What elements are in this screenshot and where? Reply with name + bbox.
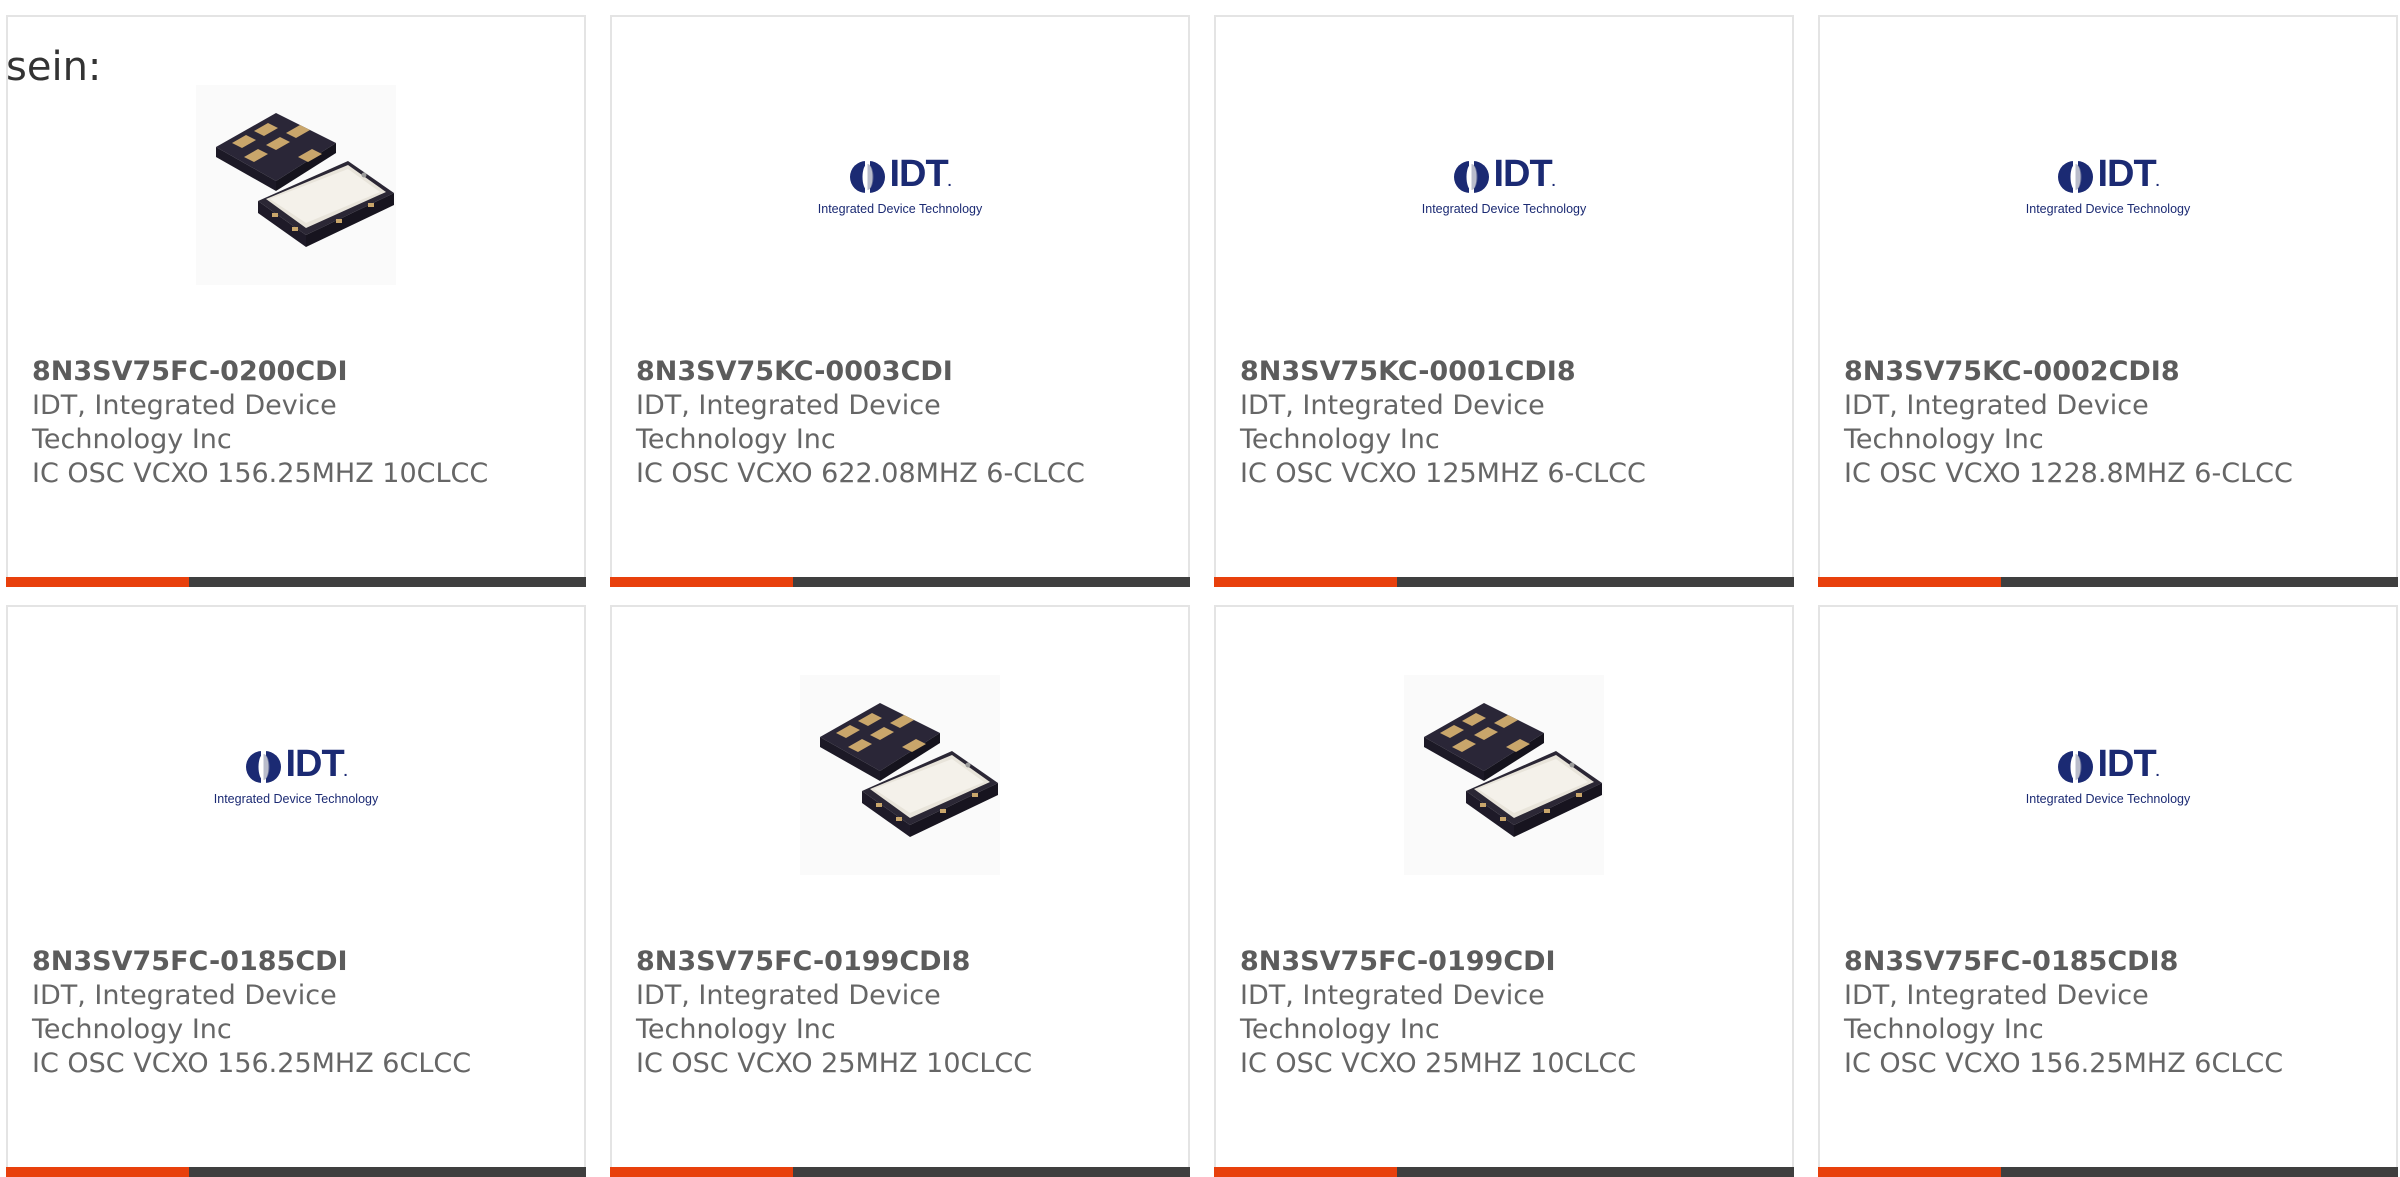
product-card-8[interactable]: IDT. Integrated Device Technology 8N3SV75… <box>1818 605 2398 1177</box>
manufacturer: IDT, Integrated Device <box>1844 980 2149 1011</box>
product-description: IC OSC VCXO 156.25MHZ 10CLCC <box>32 458 489 489</box>
product-card-2[interactable]: IDT. Integrated Device Technology 8N3SV75… <box>610 15 1190 587</box>
product-description: IC OSC VCXO 25MHZ 10CLCC <box>1240 1048 1637 1079</box>
part-number[interactable]: 8N3SV75FC-0200CDI <box>32 355 552 389</box>
manufacturer-line-2: Technology Inc <box>1240 1014 1440 1045</box>
card-bottom-bar <box>1818 577 2398 587</box>
product-info: 8N3SV75FC-0199CDI8 IDT, Integrated Devic… <box>636 945 1156 1081</box>
card-bottom-bar <box>6 1167 586 1177</box>
product-info: 8N3SV75KC-0003CDI IDT, Integrated Device… <box>636 355 1156 491</box>
product-info: 8N3SV75FC-0200CDI IDT, Integrated Device… <box>32 355 552 491</box>
idt-logo: IDT. Integrated Device Technology <box>2008 155 2208 216</box>
product-card-7[interactable]: 8N3SV75FC-0199CDI IDT, Integrated Device… <box>1214 605 1794 1177</box>
product-image[interactable] <box>196 85 396 285</box>
manufacturer: IDT, Integrated Device <box>1844 390 2149 421</box>
idt-logo-tagline: Integrated Device Technology <box>213 791 379 806</box>
card-accent-bar <box>610 577 793 587</box>
idt-logo-mark-icon <box>850 161 886 193</box>
idt-logo-word: IDT. <box>889 152 951 195</box>
card-accent-bar <box>1214 1167 1397 1177</box>
product-card-1[interactable]: 8N3SV75FC-0200CDI IDT, Integrated Device… <box>6 15 586 587</box>
product-image[interactable] <box>800 675 1000 875</box>
card-accent-bar <box>610 1167 793 1177</box>
manufacturer: IDT, Integrated Device <box>32 980 337 1011</box>
idt-logo: IDT. Integrated Device Technology <box>800 155 1000 216</box>
product-description: IC OSC VCXO 622.08MHZ 6-CLCC <box>636 458 1085 489</box>
product-image[interactable]: IDT. Integrated Device Technology <box>2008 85 2208 285</box>
idt-logo-tagline: Integrated Device Technology <box>817 201 983 216</box>
product-image[interactable]: IDT. Integrated Device Technology <box>800 85 1000 285</box>
manufacturer-line-2: Technology Inc <box>1844 1014 2044 1045</box>
product-info: 8N3SV75KC-0002CDI8 IDT, Integrated Devic… <box>1844 355 2364 491</box>
product-image[interactable] <box>1404 675 1604 875</box>
product-card-6[interactable]: 8N3SV75FC-0199CDI8 IDT, Integrated Devic… <box>610 605 1190 1177</box>
idt-logo-tagline: Integrated Device Technology <box>2025 201 2191 216</box>
product-image[interactable]: IDT. Integrated Device Technology <box>2008 675 2208 875</box>
card-bottom-bar <box>6 577 586 587</box>
product-description: IC OSC VCXO 25MHZ 10CLCC <box>636 1048 1033 1079</box>
product-card-5[interactable]: IDT. Integrated Device Technology 8N3SV75… <box>6 605 586 1177</box>
product-description: IC OSC VCXO 156.25MHZ 6CLCC <box>1844 1048 2284 1079</box>
idt-logo-mark-icon <box>1454 161 1490 193</box>
oscillator-package-icon <box>196 85 396 285</box>
intro-text: sein: <box>6 44 102 90</box>
oscillator-package-icon <box>800 675 1000 875</box>
idt-logo-tagline: Integrated Device Technology <box>1421 201 1587 216</box>
card-accent-bar <box>1818 577 2001 587</box>
part-number[interactable]: 8N3SV75KC-0001CDI8 <box>1240 355 1760 389</box>
product-info: 8N3SV75KC-0001CDI8 IDT, Integrated Devic… <box>1240 355 1760 491</box>
part-number[interactable]: 8N3SV75KC-0003CDI <box>636 355 1156 389</box>
idt-logo-mark-icon <box>2058 161 2094 193</box>
product-card-3[interactable]: IDT. Integrated Device Technology 8N3SV75… <box>1214 15 1794 587</box>
part-number[interactable]: 8N3SV75FC-0199CDI <box>1240 945 1760 979</box>
manufacturer: IDT, Integrated Device <box>636 980 941 1011</box>
product-info: 8N3SV75FC-0199CDI IDT, Integrated Device… <box>1240 945 1760 1081</box>
card-bottom-bar <box>610 577 1190 587</box>
part-number[interactable]: 8N3SV75FC-0185CDI8 <box>1844 945 2364 979</box>
idt-logo: IDT. Integrated Device Technology <box>196 745 396 806</box>
manufacturer-line-2: Technology Inc <box>1844 424 2044 455</box>
idt-logo-word: IDT. <box>1493 152 1555 195</box>
product-description: IC OSC VCXO 125MHZ 6-CLCC <box>1240 458 1646 489</box>
manufacturer-line-2: Technology Inc <box>636 424 836 455</box>
product-card-4[interactable]: IDT. Integrated Device Technology 8N3SV75… <box>1818 15 2398 587</box>
idt-logo-word: IDT. <box>285 742 347 785</box>
idt-logo: IDT. Integrated Device Technology <box>1404 155 1604 216</box>
part-number[interactable]: 8N3SV75FC-0199CDI8 <box>636 945 1156 979</box>
manufacturer-line-2: Technology Inc <box>32 424 232 455</box>
manufacturer: IDT, Integrated Device <box>636 390 941 421</box>
card-accent-bar <box>1214 577 1397 587</box>
card-accent-bar <box>1818 1167 2001 1177</box>
idt-logo-tagline: Integrated Device Technology <box>2025 791 2191 806</box>
idt-logo-word: IDT. <box>2097 152 2159 195</box>
card-bottom-bar <box>610 1167 1190 1177</box>
part-number[interactable]: 8N3SV75KC-0002CDI8 <box>1844 355 2364 389</box>
card-accent-bar <box>6 577 189 587</box>
oscillator-package-icon <box>1404 675 1604 875</box>
manufacturer-line-2: Technology Inc <box>1240 424 1440 455</box>
idt-logo-mark-icon <box>2058 751 2094 783</box>
product-description: IC OSC VCXO 1228.8MHZ 6-CLCC <box>1844 458 2293 489</box>
idt-logo: IDT. Integrated Device Technology <box>2008 745 2208 806</box>
product-image[interactable]: IDT. Integrated Device Technology <box>1404 85 1604 285</box>
manufacturer-line-2: Technology Inc <box>636 1014 836 1045</box>
idt-logo-mark-icon <box>246 751 282 783</box>
card-bottom-bar <box>1818 1167 2398 1177</box>
manufacturer-line-2: Technology Inc <box>32 1014 232 1045</box>
product-info: 8N3SV75FC-0185CDI IDT, Integrated Device… <box>32 945 552 1081</box>
card-accent-bar <box>6 1167 189 1177</box>
idt-logo-word: IDT. <box>2097 742 2159 785</box>
product-image[interactable]: IDT. Integrated Device Technology <box>196 675 396 875</box>
manufacturer: IDT, Integrated Device <box>1240 390 1545 421</box>
product-description: IC OSC VCXO 156.25MHZ 6CLCC <box>32 1048 472 1079</box>
card-bottom-bar <box>1214 1167 1794 1177</box>
part-number[interactable]: 8N3SV75FC-0185CDI <box>32 945 552 979</box>
card-bottom-bar <box>1214 577 1794 587</box>
manufacturer: IDT, Integrated Device <box>1240 980 1545 1011</box>
product-info: 8N3SV75FC-0185CDI8 IDT, Integrated Devic… <box>1844 945 2364 1081</box>
manufacturer: IDT, Integrated Device <box>32 390 337 421</box>
